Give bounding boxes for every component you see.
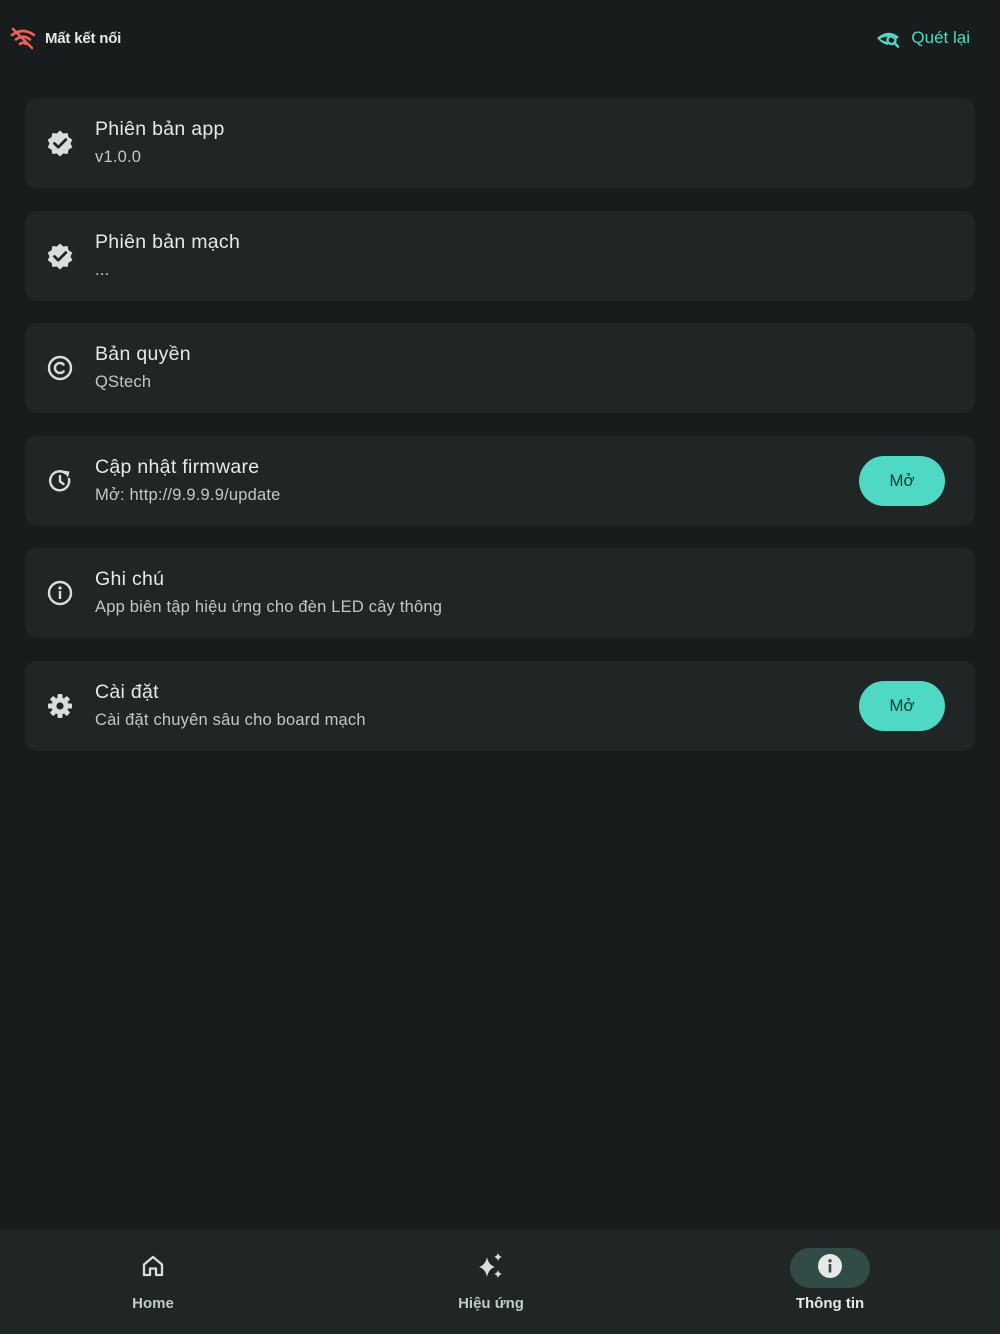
rescan-label: Quét lại bbox=[911, 28, 970, 47]
verified-badge-icon bbox=[46, 129, 74, 157]
update-icon bbox=[46, 467, 74, 495]
nav-label: Thông tin bbox=[795, 1295, 865, 1312]
nav-pill bbox=[113, 1248, 193, 1288]
card-subtitle: ... bbox=[95, 261, 110, 279]
bottom-navigation: Home Hiệu ứng Thông tin bbox=[0, 1230, 1000, 1334]
open-firmware-button[interactable]: Mở bbox=[859, 456, 945, 506]
copyright-icon bbox=[46, 354, 74, 382]
nav-pill bbox=[451, 1248, 531, 1288]
info-filled-icon bbox=[816, 1252, 844, 1285]
rescan-button[interactable]: Quét lại bbox=[876, 26, 970, 50]
gear-icon bbox=[46, 692, 74, 720]
nav-item-effects[interactable]: Hiệu ứng bbox=[391, 1230, 591, 1334]
open-settings-button[interactable]: Mở bbox=[859, 681, 945, 731]
nav-label: Home bbox=[132, 1295, 174, 1312]
top-bar: Mất kết nối Quét lại bbox=[0, 0, 1000, 76]
card-settings: Cài đặt Cài đặt chuyên sâu cho board mạc… bbox=[25, 661, 975, 751]
card-notes: Ghi chú App biên tập hiệu ứng cho đèn LE… bbox=[25, 548, 975, 638]
card-title: Cập nhật firmware bbox=[95, 456, 260, 478]
card-title: Bản quyền bbox=[95, 343, 191, 365]
card-app-version: Phiên bản app v1.0.0 bbox=[25, 98, 975, 188]
card-copyright: Bản quyền QStech bbox=[25, 323, 975, 413]
status-label: Mất kết nối bbox=[45, 29, 122, 47]
card-title: Phiên bản mạch bbox=[95, 231, 241, 253]
card-subtitle: Cài đặt chuyên sâu cho board mạch bbox=[95, 711, 366, 729]
wifi-off-icon bbox=[10, 26, 36, 50]
card-subtitle: v1.0.0 bbox=[95, 148, 142, 166]
sparkles-icon bbox=[475, 1250, 507, 1287]
nav-label: Hiệu ứng bbox=[458, 1295, 524, 1312]
card-board-version: Phiên bản mạch ... bbox=[25, 211, 975, 301]
nav-pill-active bbox=[790, 1248, 870, 1288]
card-title: Phiên bản app bbox=[95, 118, 225, 140]
card-title: Ghi chú bbox=[95, 568, 165, 590]
info-outline-icon bbox=[46, 579, 74, 607]
nav-item-home[interactable]: Home bbox=[53, 1230, 253, 1334]
card-firmware-update: Cập nhật firmware Mở: http://9.9.9.9/upd… bbox=[25, 436, 975, 526]
verified-badge-icon bbox=[46, 242, 74, 270]
card-title: Cài đặt bbox=[95, 681, 159, 703]
nav-item-info[interactable]: Thông tin bbox=[730, 1230, 930, 1334]
eye-search-icon bbox=[876, 26, 902, 50]
card-subtitle: Mở: http://9.9.9.9/update bbox=[95, 486, 281, 504]
home-icon bbox=[140, 1253, 166, 1284]
card-subtitle: QStech bbox=[95, 373, 152, 391]
connection-status: Mất kết nối bbox=[10, 26, 121, 50]
card-subtitle: App biên tập hiệu ứng cho đèn LED cây th… bbox=[95, 598, 443, 616]
